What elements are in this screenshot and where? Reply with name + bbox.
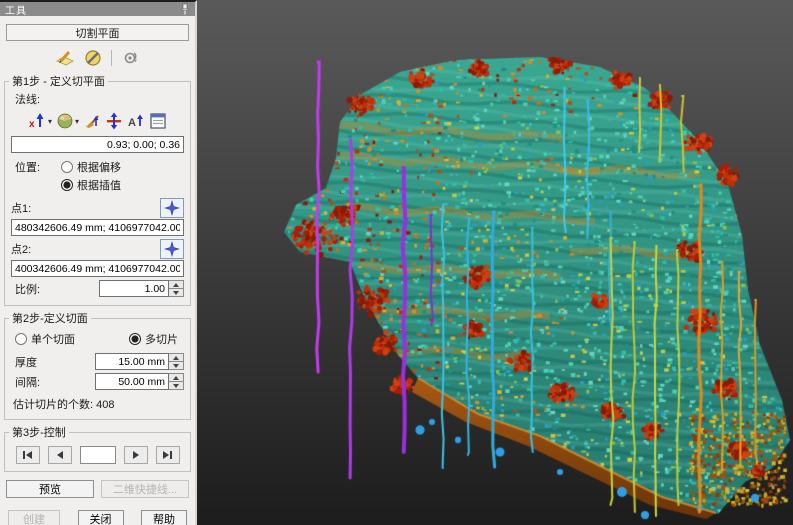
tools-panel: 工具 切割平面 bbox=[0, 0, 197, 525]
panel-titlebar[interactable]: 工具 bbox=[0, 2, 195, 16]
panel-title: 工具 bbox=[5, 2, 180, 17]
slice-counter-input[interactable] bbox=[80, 446, 116, 464]
sphere-normal-icon[interactable] bbox=[55, 112, 74, 131]
previous-slice-button[interactable] bbox=[48, 446, 72, 464]
create-button[interactable]: 创建 bbox=[8, 510, 60, 525]
first-slice-button[interactable] bbox=[16, 446, 40, 464]
scale-spinner bbox=[169, 280, 184, 297]
preview-button[interactable]: 预览 bbox=[6, 480, 94, 498]
radio-single-section-label[interactable]: 单个切面 bbox=[31, 331, 75, 347]
step2-group: 第2步-定义切面 单个切面 多切片 厚度 bbox=[4, 310, 191, 420]
normal-label: 法线: bbox=[9, 91, 40, 107]
radio-by-offset-label[interactable]: 根据偏移 bbox=[77, 159, 121, 175]
delete-cutting-plane-icon[interactable] bbox=[83, 48, 103, 68]
step1-legend: 第1步 - 定义切平面 bbox=[9, 73, 108, 89]
scale-spin-down[interactable] bbox=[169, 288, 183, 296]
thickness-input[interactable] bbox=[95, 353, 169, 370]
scale-spin-up[interactable] bbox=[169, 281, 183, 288]
sphere-dropdown-icon[interactable]: ▾ bbox=[75, 117, 79, 126]
thickness-spinner bbox=[169, 353, 184, 370]
next-slice-button[interactable] bbox=[124, 446, 148, 464]
spacing-label: 间隔: bbox=[11, 374, 95, 390]
tool-header-label: 切割平面 bbox=[76, 25, 120, 41]
radio-by-offset[interactable] bbox=[61, 161, 73, 173]
slice-count-estimate: 估计切片的个数: 408 bbox=[13, 396, 184, 412]
polyline-2d-button[interactable]: 二维快捷线... bbox=[101, 480, 189, 498]
spacing-spin-down[interactable] bbox=[169, 381, 183, 389]
position-block: 位置: 根据偏移 根据插值 bbox=[9, 157, 186, 195]
radio-single-section[interactable] bbox=[15, 333, 27, 345]
radio-multi-slices[interactable] bbox=[129, 333, 141, 345]
point1-label: 点1: bbox=[11, 200, 31, 216]
thickness-spin-up[interactable] bbox=[169, 354, 183, 361]
help-button[interactable]: 帮助 bbox=[141, 510, 187, 525]
auto-hide-pin-icon[interactable] bbox=[180, 3, 190, 15]
step2-legend: 第2步-定义切面 bbox=[9, 310, 91, 326]
point1-value-input[interactable] bbox=[11, 219, 184, 236]
brush-normal-icon[interactable] bbox=[82, 112, 101, 131]
point1-pick-button[interactable] bbox=[160, 198, 184, 218]
point2-label: 点2: bbox=[11, 241, 31, 257]
close-button[interactable]: 关闭 bbox=[78, 510, 124, 525]
position-label: 位置: bbox=[9, 157, 61, 195]
radio-by-value[interactable] bbox=[61, 179, 73, 191]
thickness-label: 厚度 bbox=[11, 354, 95, 370]
svg-text:x: x bbox=[29, 119, 35, 130]
grab-rotate-icon[interactable] bbox=[120, 48, 140, 68]
point-cloud-canvas[interactable] bbox=[197, 0, 793, 525]
radio-by-value-label[interactable]: 根据插值 bbox=[77, 177, 121, 193]
step3-group: 第3步-控制 bbox=[4, 424, 191, 472]
point2-pick-button[interactable] bbox=[160, 239, 184, 259]
spacing-spinner bbox=[169, 373, 184, 390]
scale-label: 比例: bbox=[11, 281, 99, 297]
align-normal-icon[interactable]: A bbox=[126, 112, 145, 131]
toolbar-separator bbox=[111, 50, 112, 66]
scale-input[interactable] bbox=[99, 280, 169, 297]
tool-header-cutting-plane[interactable]: 切割平面 bbox=[6, 24, 189, 41]
edit-cutting-plane-icon[interactable] bbox=[55, 48, 75, 68]
slice-navigation bbox=[9, 446, 186, 464]
radio-multi-slices-label[interactable]: 多切片 bbox=[145, 331, 178, 347]
x-axis-dropdown-icon[interactable]: ▾ bbox=[48, 117, 52, 126]
step3-legend: 第3步-控制 bbox=[9, 424, 69, 440]
x-axis-arrow-icon[interactable]: x bbox=[28, 112, 47, 131]
3d-viewport[interactable] bbox=[197, 0, 793, 525]
invert-normal-icon[interactable] bbox=[104, 112, 123, 131]
normal-icons-row: x ▾ ▾ bbox=[9, 110, 186, 132]
spacing-spin-up[interactable] bbox=[169, 374, 183, 381]
tool-toolbar bbox=[0, 47, 195, 69]
normal-value-input[interactable] bbox=[11, 136, 184, 153]
last-slice-button[interactable] bbox=[156, 446, 180, 464]
application-window: 工具 切割平面 bbox=[0, 0, 793, 525]
thickness-spin-down[interactable] bbox=[169, 361, 183, 369]
step1-group: 第1步 - 定义切平面 法线: x ▾ bbox=[4, 73, 191, 306]
point2-value-input[interactable] bbox=[11, 260, 184, 277]
spacing-input[interactable] bbox=[95, 373, 169, 390]
normal-dialog-icon[interactable] bbox=[148, 112, 167, 131]
svg-text:A: A bbox=[128, 117, 136, 129]
